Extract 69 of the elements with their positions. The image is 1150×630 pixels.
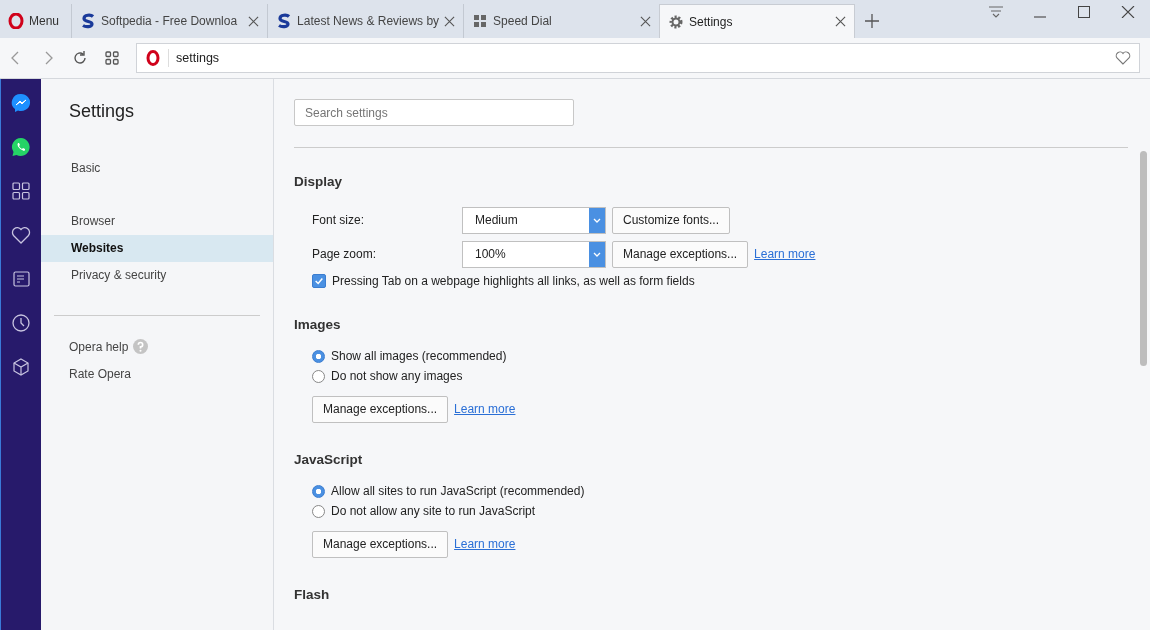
heart-icon[interactable] [1115,50,1131,66]
browser-tab[interactable]: Settings [659,4,856,38]
nav-item[interactable]: Websites [41,235,273,262]
opera-logo-icon [8,13,24,29]
grid-icon[interactable] [11,181,31,201]
radio-button[interactable] [312,504,325,518]
section-heading: Display [294,174,344,189]
menu-button[interactable]: Menu [0,4,68,38]
caret-icon [589,207,605,233]
close-icon[interactable] [1120,6,1136,18]
field-label: Font size: [312,213,366,227]
address-bar[interactable]: settings [136,43,1140,73]
section-heading: Flash [294,587,331,602]
grid-icon[interactable] [104,50,120,66]
close-icon[interactable] [444,15,456,27]
news-icon[interactable] [11,269,31,289]
section-heading: Images [294,317,342,332]
scrollbar-thumb[interactable] [1139,151,1147,366]
settings-button[interactable]: Manage exceptions... [312,395,449,423]
dropdown[interactable]: 100% [462,240,606,268]
tab-title: Speed Dial [493,14,553,28]
s-logo-icon [80,13,97,29]
radio-label: Show all images (recommended) [331,349,507,363]
nav-link[interactable]: Rate Opera [69,366,132,381]
tab-menu-icon[interactable] [988,6,1004,18]
nav-item[interactable]: Browser [41,208,273,235]
learn-more-link[interactable]: Learn more [754,247,816,261]
radio-label: Allow all sites to run JavaScript (recommended) [331,484,585,498]
radio-label: Do not show any images [331,369,463,383]
cube-icon[interactable] [11,357,31,377]
settings-button[interactable]: Customize fonts... [612,206,731,234]
gear-icon [668,13,685,30]
address-text: settings [176,51,220,65]
whatsapp-icon[interactable] [11,137,31,157]
dropdown[interactable]: Medium [462,206,606,234]
radio-label: Do not allow any site to run JavaScript [331,504,536,518]
tab-title: Latest News & Reviews by [297,14,440,28]
plus-icon[interactable] [865,14,880,28]
clock-icon[interactable] [11,313,31,333]
radio-button[interactable] [312,369,325,383]
maximize-icon[interactable] [1076,6,1092,18]
settings-title: Settings [68,100,136,123]
tab-title: Softpedia - Free Downloa [101,14,239,28]
field-label: Page zoom: [312,247,378,261]
heart-icon[interactable] [11,225,31,245]
section-heading: JavaScript [294,452,364,467]
s-logo-icon [276,13,293,29]
learn-more-link[interactable]: Learn more [454,402,516,416]
nav-item[interactable]: Basic [41,155,273,182]
learn-more-link[interactable]: Learn more [454,537,516,551]
search-field[interactable]: Search settings [294,99,574,126]
checkbox-label: Pressing Tab on a webpage highlights all links, as well as form fields [332,274,695,288]
checkmark-icon [314,276,324,286]
radio-button[interactable] [312,484,325,498]
grid-icon [472,13,489,29]
messenger-icon[interactable] [11,93,31,113]
nav-link[interactable]: Opera help [69,339,129,354]
reload-icon[interactable] [72,50,88,66]
caret-icon [589,241,605,267]
tab-title: Settings [689,14,734,29]
close-icon[interactable] [248,15,260,27]
close-icon[interactable] [640,15,652,27]
nav-item[interactable]: Privacy & security [41,262,273,289]
settings-button[interactable]: Manage exceptions... [612,240,749,268]
close-icon[interactable] [835,16,847,27]
settings-button[interactable]: Manage exceptions... [312,530,449,558]
radio-button[interactable] [312,349,325,363]
opera-logo-icon [145,50,161,66]
checkbox[interactable] [312,274,326,288]
